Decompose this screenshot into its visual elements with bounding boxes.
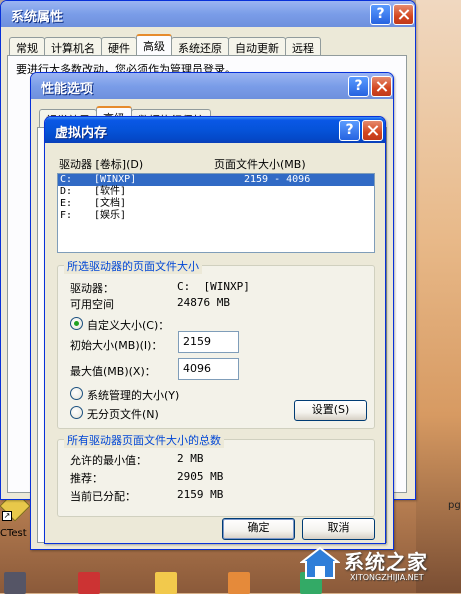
tab-general[interactable]: 常规 [9,37,45,55]
total-size-group-title: 所有驱动器页面文件大小的总数 [64,432,224,448]
initial-size-input[interactable]: 2159 [178,331,239,353]
drive-letter: E: [60,198,73,209]
selected-drive-group: 所选驱动器的页面文件大小 驱动器： C: [WINXP] 可用空间 24876 … [57,258,375,429]
watermark-title: 系统之家 [344,550,428,574]
allocated-label: 当前已分配： [70,490,136,503]
performance-options-title: 性能选项 [41,82,94,97]
free-space-label: 可用空间 [70,298,114,311]
close-button[interactable] [393,4,414,25]
drive-volume-label: [WINXP] [94,174,137,185]
no-paging-file-label[interactable]: 无分页文件(N) [87,406,159,422]
drive-volume-label: [软件] [94,186,127,197]
no-paging-file-radio[interactable] [70,406,83,419]
tab-system-restore[interactable]: 系统还原 [171,37,229,55]
close-button[interactable] [362,120,383,141]
total-size-group: 所有驱动器页面文件大小的总数 允许的最小值： 2 MB 推荐： 2905 MB … [57,432,375,517]
virtual-memory-window: 虚拟内存 ? 驱动器 [卷标](D) 页面文件大小(MB) C: [WINXP]… [44,116,386,544]
house-logo-icon [300,546,340,579]
tab-advanced[interactable]: 高级 [136,34,172,55]
performance-options-titlebar[interactable]: 性能选项 ? [31,73,393,99]
set-button[interactable]: 设置(S) [294,400,367,421]
initial-size-label: 初始大小(MB)(I)： [70,339,163,352]
system-properties-title: 系统属性 [11,10,64,25]
help-button[interactable]: ? [339,120,360,141]
drive-volume-label: [娱乐] [94,210,127,221]
ok-button[interactable]: 确定 [222,518,295,540]
min-allowed-value: 2 MB [177,452,204,465]
drive-list[interactable]: C: [WINXP] 2159 - 4096 D: [软件] E: [文档] F… [57,173,375,253]
close-button[interactable] [371,76,392,97]
mp3-file-icon[interactable] [228,572,250,594]
list-item[interactable]: F: [娱乐] [58,210,374,222]
system-managed-label[interactable]: 系统管理的大小(Y) [87,387,179,403]
tab-remote[interactable]: 远程 [285,37,321,55]
free-space-value: 24876 MB [177,296,230,309]
virtual-memory-titlebar[interactable]: 虚拟内存 ? [45,117,385,143]
drive-icon[interactable] [4,572,26,594]
drive-page-size: 2159 - 4096 [244,174,311,185]
list-item[interactable]: D: [软件] [58,186,374,198]
size-column-header: 页面文件大小(MB) [214,158,306,171]
tab-auto-update[interactable]: 自动更新 [228,37,286,55]
drive-volume-label: [文档] [94,198,127,209]
desktop-right-text: pg [448,500,461,511]
allocated-value: 2159 MB [177,488,224,501]
list-item[interactable]: E: [文档] [58,198,374,210]
drive-letter: D: [60,186,73,197]
max-size-input[interactable]: 4096 [178,358,239,380]
system-properties-tabs: 常规 计算机名 硬件 高级 系统还原 自动更新 远程 [9,34,321,55]
folder-icon[interactable] [155,572,177,594]
drive-letter: F: [60,210,73,221]
drive-label: 驱动器： [70,282,114,295]
desktop-shortcut-label: CTest [0,528,27,539]
drive-letter: C: [60,174,73,185]
recommended-label: 推荐： [70,472,103,485]
watermark-subtitle: XITONGZHIJIA.NET [350,573,424,582]
help-button[interactable]: ? [348,76,369,97]
min-allowed-label: 允许的最小值： [70,454,147,467]
custom-size-radio[interactable] [70,317,83,330]
max-size-label: 最大值(MB)(X)： [70,365,156,378]
virtual-memory-title: 虚拟内存 [55,126,108,141]
selected-drive-group-title: 所选驱动器的页面文件大小 [64,258,202,274]
system-managed-radio[interactable] [70,387,83,400]
recommended-value: 2905 MB [177,470,224,483]
watermark: 系统之家 XITONGZHIJIA.NET [300,538,460,588]
help-button[interactable]: ? [370,4,391,25]
tab-computer-name[interactable]: 计算机名 [44,37,102,55]
drive-column-header: 驱动器 [卷标](D) [59,158,144,171]
cancel-button[interactable]: 取消 [302,518,375,540]
folder-icon[interactable] [78,572,100,594]
list-item[interactable]: C: [WINXP] 2159 - 4096 [58,174,374,186]
system-properties-titlebar[interactable]: 系统属性 ? [1,1,415,27]
drive-value: C: [WINXP] [177,280,250,293]
tab-hardware[interactable]: 硬件 [101,37,137,55]
virtual-memory-body: 驱动器 [卷标](D) 页面文件大小(MB) C: [WINXP] 2159 -… [45,143,385,543]
custom-size-label[interactable]: 自定义大小(C)： [87,317,169,333]
